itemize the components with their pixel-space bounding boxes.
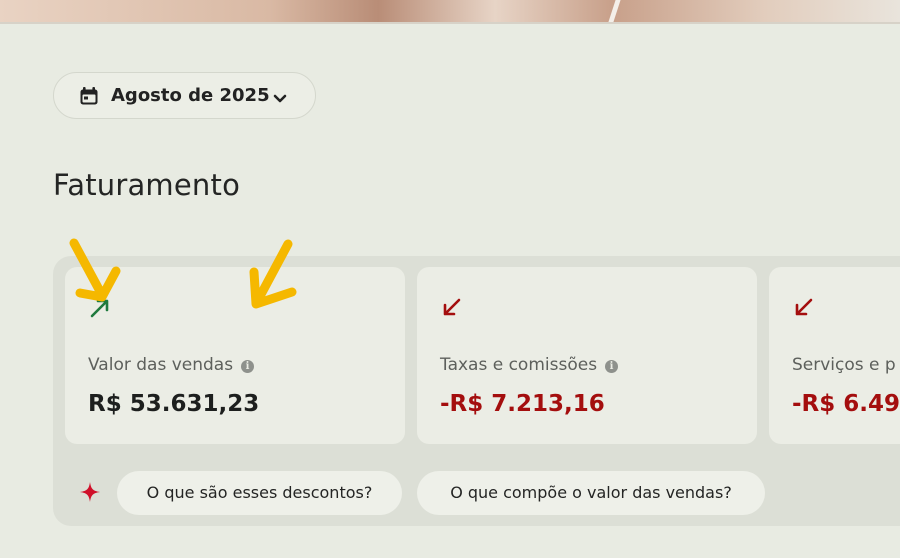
month-selector-label: Agosto de 2025 bbox=[111, 85, 270, 106]
trend-down-icon bbox=[441, 297, 463, 323]
trend-down-icon bbox=[793, 297, 815, 323]
info-icon[interactable]: i bbox=[605, 360, 619, 373]
card-title: Serviços e p bbox=[792, 355, 896, 375]
card-value: -R$ 7.213,16 bbox=[440, 391, 605, 417]
header-photo bbox=[0, 0, 900, 24]
help-chip-discounts[interactable]: O que são esses descontos? bbox=[117, 471, 402, 515]
calendar-icon bbox=[79, 86, 99, 110]
month-selector[interactable]: Agosto de 2025 bbox=[53, 72, 316, 119]
card-title-text: Serviços e p bbox=[792, 355, 896, 375]
annotation-arrow bbox=[240, 236, 302, 318]
sparkle-icon bbox=[79, 481, 101, 507]
card-fees-commissions[interactable]: Taxas e comissões i -R$ 7.213,16 bbox=[417, 267, 757, 444]
card-title: Valor das vendas i bbox=[88, 355, 255, 375]
card-services[interactable]: Serviços e p -R$ 6.49 bbox=[769, 267, 900, 444]
annotation-arrow bbox=[62, 235, 130, 317]
card-value: R$ 53.631,23 bbox=[88, 391, 260, 417]
help-chip-sales-value[interactable]: O que compõe o valor das vendas? bbox=[417, 471, 765, 515]
card-title: Taxas e comissões i bbox=[440, 355, 619, 375]
card-value: -R$ 6.49 bbox=[792, 391, 900, 417]
section-title: Faturamento bbox=[53, 168, 241, 202]
card-title-text: Valor das vendas bbox=[88, 355, 234, 375]
header-photo-detail bbox=[608, 0, 621, 22]
info-icon[interactable]: i bbox=[241, 360, 255, 373]
chevron-down-icon bbox=[273, 89, 287, 108]
card-title-text: Taxas e comissões bbox=[440, 355, 598, 375]
